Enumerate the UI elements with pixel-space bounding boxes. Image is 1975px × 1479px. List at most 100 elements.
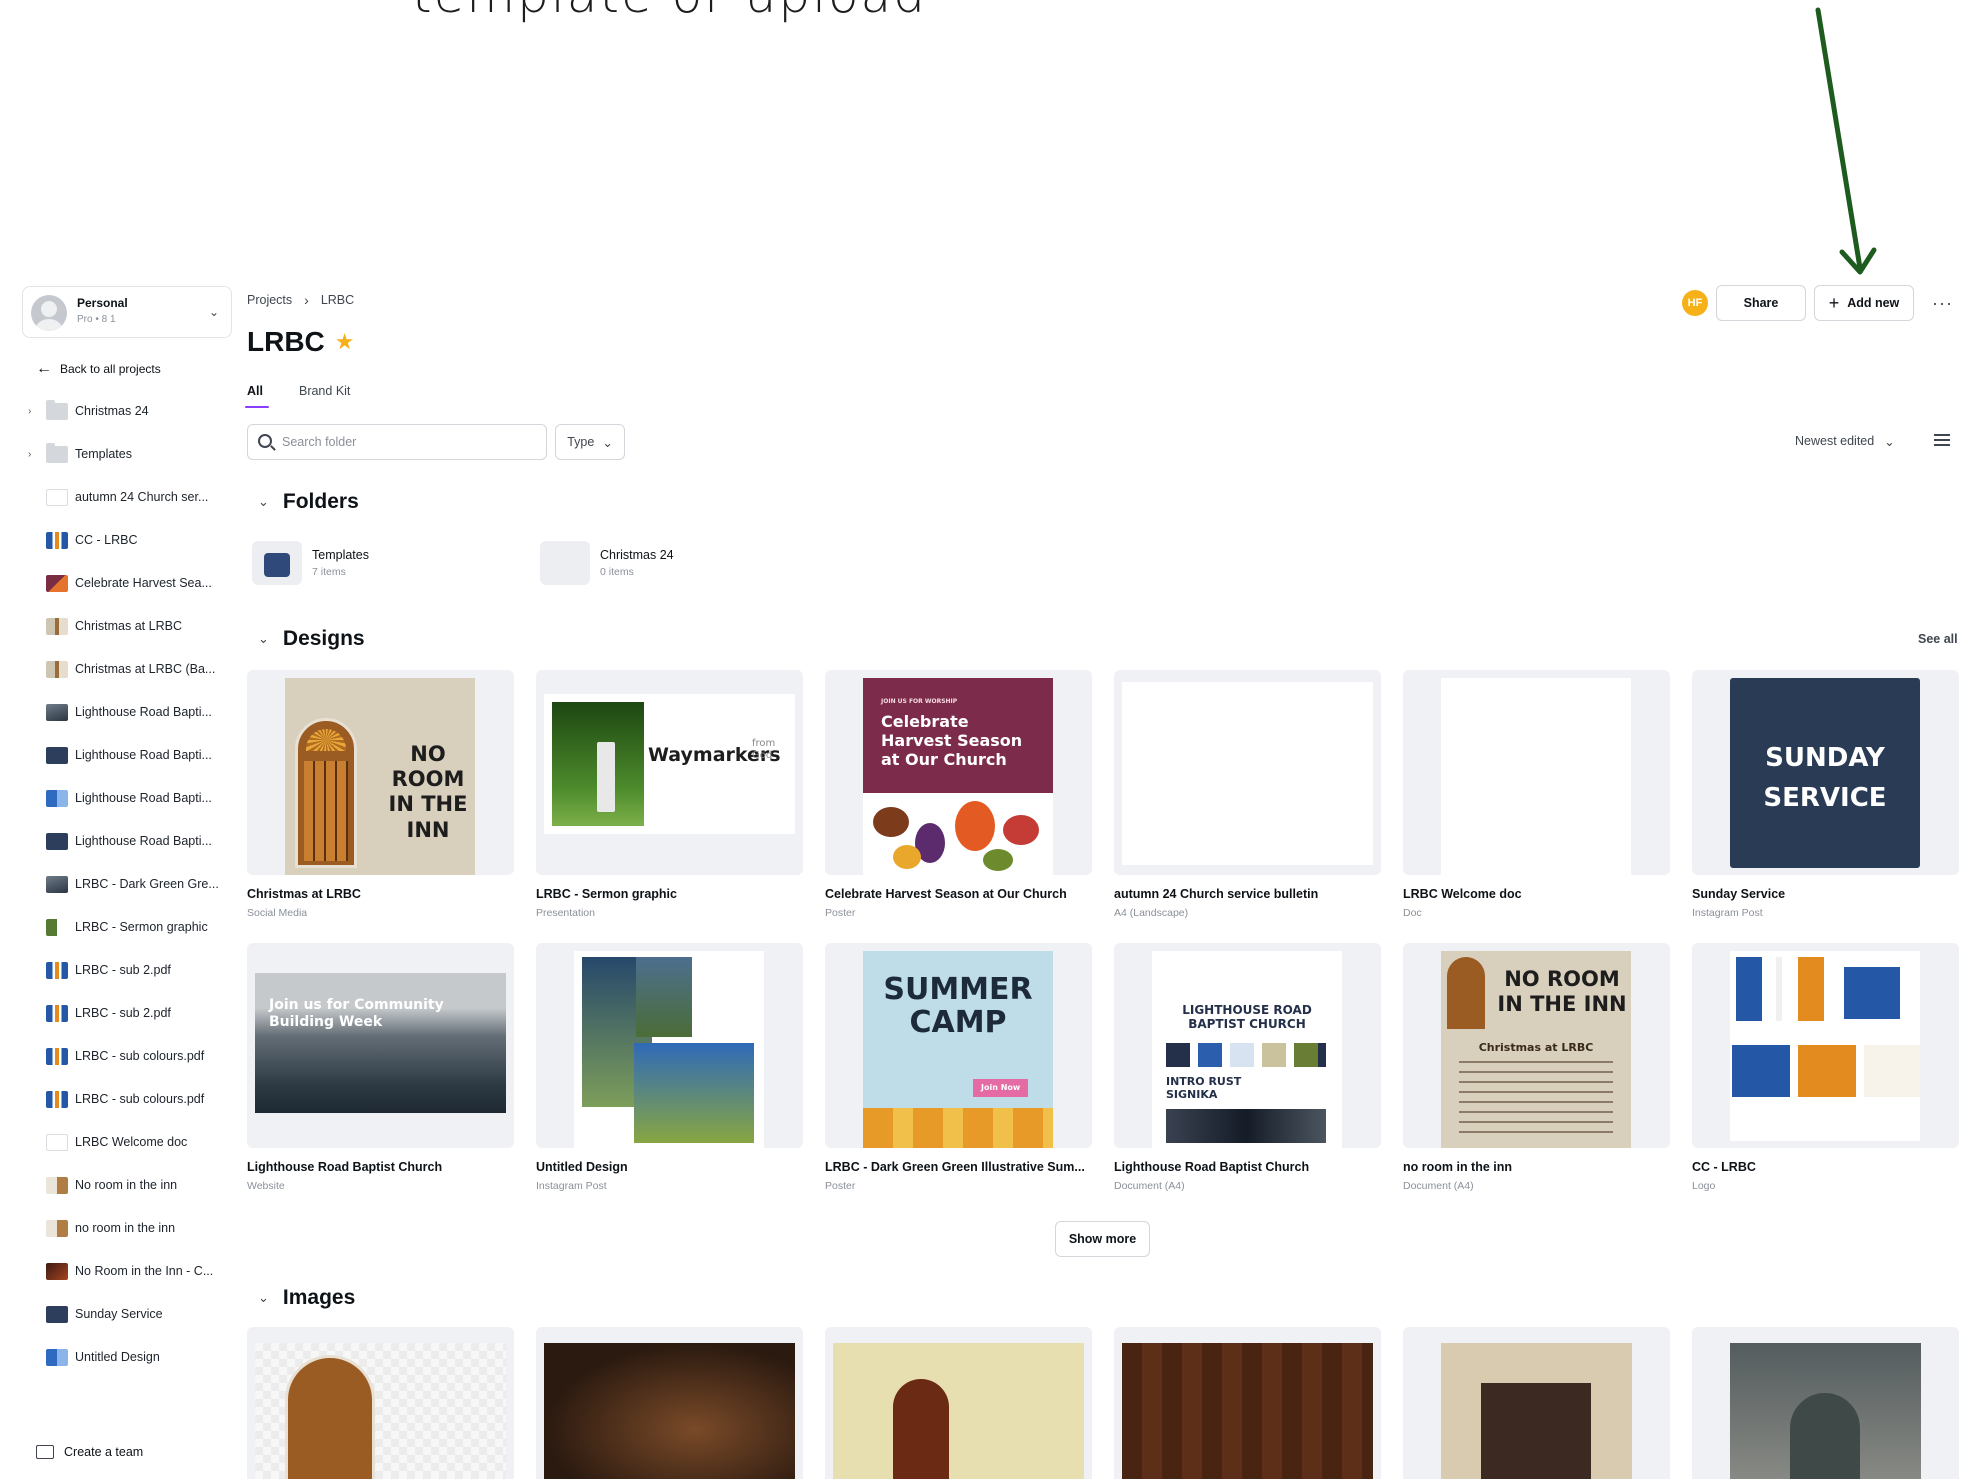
see-all-link[interactable]: See all xyxy=(1918,632,1958,646)
sidebar-item[interactable]: no room in the inn xyxy=(0,1207,240,1250)
design-card[interactable]: autumn 24 Church service bulletin A4 (La… xyxy=(1114,670,1381,919)
design-card[interactable]: SUNDAY SERVICE Sunday Service Instagram … xyxy=(1692,670,1959,919)
folders-heading[interactable]: ⌄ Folders xyxy=(258,490,359,514)
list-view-icon[interactable] xyxy=(1934,434,1950,448)
sidebar-item[interactable]: › Christmas 24 xyxy=(0,390,240,433)
back-label: Back to all projects xyxy=(60,362,161,376)
sidebar-item[interactable]: LRBC - sub colours.pdf xyxy=(0,1035,240,1078)
design-card[interactable]: SUMMER CAMP Join Now LRBC - Dark Green G… xyxy=(825,943,1092,1192)
image-card[interactable] xyxy=(1403,1327,1670,1479)
sidebar-item[interactable]: LRBC - Dark Green Gre... xyxy=(0,863,240,906)
chevron-down-icon: ⌄ xyxy=(258,631,269,646)
design-card[interactable]: CC - LRBC Logo xyxy=(1692,943,1959,1192)
account-plan: Pro • 8 1 xyxy=(77,314,116,325)
tab-brand-kit[interactable]: Brand Kit xyxy=(299,384,350,408)
tab-bar: All Brand Kit xyxy=(245,384,350,408)
thumb-text: INTRO RUST SIGNIKA xyxy=(1166,1075,1242,1102)
sidebar-item[interactable]: LRBC - Sermon graphic xyxy=(0,906,240,949)
design-thumb-icon xyxy=(46,532,68,549)
chevron-right-icon[interactable]: › xyxy=(28,449,31,460)
designs-heading-text: Designs xyxy=(282,627,365,650)
sidebar-item[interactable]: Christmas at LRBC xyxy=(0,605,240,648)
sidebar-item[interactable]: autumn 24 Church ser... xyxy=(0,476,240,519)
image-card[interactable] xyxy=(1692,1327,1959,1479)
design-card[interactable]: Waymarkers from God LRBC - Sermon graphi… xyxy=(536,670,803,919)
design-thumb-icon xyxy=(46,1306,68,1323)
design-thumbnail: LIGHTHOUSE ROAD BAPTIST CHURCH INTRO RUS… xyxy=(1114,943,1381,1148)
design-card[interactable]: LIGHTHOUSE ROAD BAPTIST CHURCH INTRO RUS… xyxy=(1114,943,1381,1192)
image-card[interactable] xyxy=(247,1327,514,1479)
sidebar-item[interactable]: Sunday Service xyxy=(0,1293,240,1336)
account-switcher[interactable]: Personal Pro • 8 1 ⌄ xyxy=(22,286,232,338)
chevron-right-icon[interactable]: › xyxy=(28,406,31,417)
image-card[interactable] xyxy=(825,1327,1092,1479)
sidebar-item[interactable]: LRBC Welcome doc xyxy=(0,1121,240,1164)
share-button[interactable]: Share xyxy=(1716,285,1806,321)
design-thumb-icon xyxy=(46,1048,68,1065)
design-thumb-icon xyxy=(46,661,68,678)
more-options-icon[interactable]: ··· xyxy=(1932,293,1953,314)
design-name: LRBC - Dark Green Green Illustrative Sum… xyxy=(825,1160,1085,1174)
type-filter-label: Type xyxy=(567,435,595,449)
design-card[interactable]: JOIN US FOR WORSHIP Celebrate Harvest Se… xyxy=(825,670,1092,919)
sidebar-item[interactable]: Celebrate Harvest Sea... xyxy=(0,562,240,605)
image-card[interactable] xyxy=(1114,1327,1381,1479)
image-card[interactable] xyxy=(536,1327,803,1479)
chevron-right-icon: › xyxy=(304,292,309,308)
designs-heading[interactable]: ⌄ Designs xyxy=(258,627,365,651)
sort-dropdown[interactable]: Newest edited ⌄ xyxy=(1795,434,1895,449)
sidebar-item[interactable]: › Templates xyxy=(0,433,240,476)
sidebar-item[interactable]: Untitled Design xyxy=(0,1336,240,1379)
back-to-projects-link[interactable]: ← Back to all projects xyxy=(36,360,161,378)
show-more-button[interactable]: Show more xyxy=(1055,1221,1150,1257)
sidebar-item[interactable]: LRBC - sub 2.pdf xyxy=(0,992,240,1035)
design-thumbnail: JOIN US FOR WORSHIP Celebrate Harvest Se… xyxy=(825,670,1092,875)
folder-card-christmas-24[interactable]: Christmas 24 0 items xyxy=(540,538,674,588)
folders-heading-text: Folders xyxy=(282,490,359,513)
user-avatar[interactable]: HF xyxy=(1682,290,1708,316)
image-thumbnail xyxy=(1730,1343,1921,1479)
design-card[interactable]: Join us for Community Building Week Ligh… xyxy=(247,943,514,1192)
design-card[interactable]: NO ROOM IN THE INN Christmas at LRBC Soc… xyxy=(247,670,514,919)
design-card[interactable]: NO ROOM IN THE INN Christmas at LRBC no … xyxy=(1403,943,1670,1192)
breadcrumb-projects[interactable]: Projects xyxy=(247,293,292,307)
design-card[interactable]: LRBC Welcome doc Doc xyxy=(1403,670,1670,919)
folder-icon xyxy=(46,400,68,420)
sidebar-item[interactable]: No Room in the Inn - C... xyxy=(0,1250,240,1293)
images-heading[interactable]: ⌄ Images xyxy=(258,1286,355,1310)
search-input[interactable]: Search folder xyxy=(247,424,547,460)
create-team-button[interactable]: Create a team xyxy=(36,1445,143,1459)
sidebar-item-label: LRBC - Dark Green Gre... xyxy=(75,877,219,891)
sidebar-item[interactable]: LRBC - sub 2.pdf xyxy=(0,949,240,992)
sidebar-item[interactable]: Lighthouse Road Bapti... xyxy=(0,734,240,777)
sidebar-item[interactable]: LRBC - sub colours.pdf xyxy=(0,1078,240,1121)
sidebar-item-label: CC - LRBC xyxy=(75,533,138,547)
sidebar-item[interactable]: Lighthouse Road Bapti... xyxy=(0,777,240,820)
image-thumbnail xyxy=(1122,1343,1373,1479)
chevron-down-icon: ⌄ xyxy=(258,1290,269,1305)
design-thumbnail xyxy=(1692,943,1959,1148)
sidebar-item[interactable]: Christmas at LRBC (Ba... xyxy=(0,648,240,691)
design-thumbnail: SUMMER CAMP Join Now xyxy=(825,943,1092,1148)
sidebar-item[interactable]: CC - LRBC xyxy=(0,519,240,562)
sidebar-item[interactable]: No room in the inn xyxy=(0,1164,240,1207)
design-card[interactable]: Untitled Design Instagram Post xyxy=(536,943,803,1192)
design-type: Doc xyxy=(1403,907,1422,919)
tab-all[interactable]: All xyxy=(245,384,269,408)
breadcrumb-current: LRBC xyxy=(320,293,355,307)
folder-card-templates[interactable]: Templates 7 items xyxy=(252,538,369,588)
design-thumb-icon xyxy=(46,962,68,979)
thumb-text: Celebrate Harvest Season at Our Church xyxy=(881,712,1023,770)
star-icon[interactable]: ★ xyxy=(335,329,355,355)
sidebar-item-label: Lighthouse Road Bapti... xyxy=(75,834,212,848)
sidebar-item-label: Christmas at LRBC xyxy=(75,619,182,633)
sidebar-item[interactable]: Lighthouse Road Bapti... xyxy=(0,820,240,863)
sidebar-item[interactable]: Lighthouse Road Bapti... xyxy=(0,691,240,734)
sidebar-item-label: LRBC Welcome doc xyxy=(75,1135,188,1149)
type-filter-dropdown[interactable]: Type ⌄ xyxy=(555,424,625,460)
design-name: Celebrate Harvest Season at Our Church xyxy=(825,887,1067,901)
add-new-button[interactable]: + Add new xyxy=(1814,285,1914,321)
chevron-down-icon: ⌄ xyxy=(1884,435,1895,449)
sidebar-item-label: no room in the inn xyxy=(75,1221,176,1235)
design-thumbnail: Join us for Community Building Week xyxy=(247,943,514,1148)
